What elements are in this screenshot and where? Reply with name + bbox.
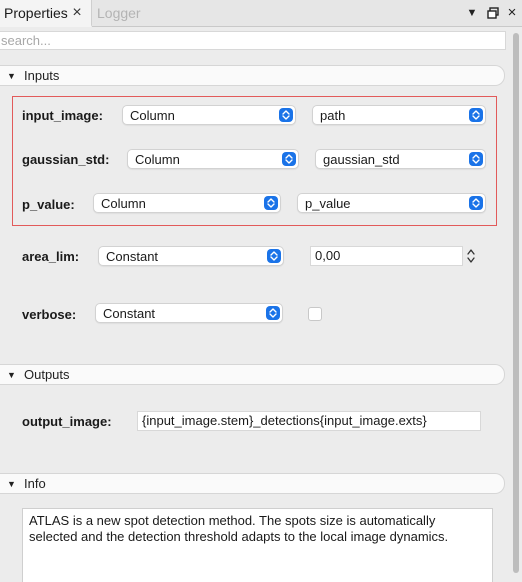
tab-properties-label: Properties: [4, 5, 68, 21]
gaussian-std-mode-value: Column: [135, 152, 180, 167]
tab-bar: Properties × Logger ▼ ×: [0, 0, 522, 27]
p-value-mode-select[interactable]: Column: [93, 193, 281, 213]
triangle-down-icon[interactable]: ▼: [465, 5, 479, 21]
gaussian-std-mode-select[interactable]: Column: [127, 149, 299, 169]
float-window-icon[interactable]: [486, 5, 500, 21]
section-inputs-header[interactable]: ▼ Inputs: [0, 65, 505, 86]
input-image-column-value: path: [320, 108, 346, 123]
p-value-mode-value: Column: [101, 196, 146, 211]
updown-chevron-icon: [264, 196, 278, 210]
p-value-column-select[interactable]: p_value: [297, 193, 486, 213]
updown-chevron-icon: [469, 108, 483, 122]
input-image-column-select[interactable]: path: [312, 105, 486, 125]
section-outputs-header[interactable]: ▼ Outputs: [0, 364, 505, 385]
gaussian-std-column-select[interactable]: gaussian_std: [315, 149, 486, 169]
updown-chevron-icon: [279, 108, 293, 122]
p-value-label: p_value:: [22, 197, 75, 212]
stepper-arrows-icon[interactable]: [466, 246, 476, 266]
area-lim-mode-value: Constant: [106, 249, 159, 264]
verbose-mode-value: Constant: [103, 306, 156, 321]
tab-logger[interactable]: Logger: [93, 0, 153, 27]
section-info-label: Info: [24, 476, 46, 491]
info-description: ATLAS is a new spot detection method. Th…: [22, 508, 493, 582]
section-outputs-label: Outputs: [24, 367, 70, 382]
section-info-header[interactable]: ▼ Info: [0, 473, 505, 494]
input-image-label: input_image:: [22, 108, 103, 123]
updown-chevron-icon: [266, 306, 280, 320]
updown-chevron-icon: [469, 196, 483, 210]
verbose-mode-select[interactable]: Constant: [95, 303, 283, 323]
close-tab-icon[interactable]: ×: [70, 4, 84, 22]
updown-chevron-icon: [469, 152, 483, 166]
gaussian-std-label: gaussian_std:: [22, 152, 110, 167]
section-inputs-label: Inputs: [24, 68, 60, 83]
area-lim-mode-select[interactable]: Constant: [98, 246, 284, 266]
search-input[interactable]: [0, 31, 506, 50]
p-value-column-value: p_value: [305, 196, 351, 211]
input-image-mode-select[interactable]: Column: [122, 105, 296, 125]
updown-chevron-icon: [282, 152, 296, 166]
verbose-label: verbose:: [22, 307, 77, 322]
input-image-mode-value: Column: [130, 108, 175, 123]
area-lim-number-field[interactable]: 0,00: [310, 246, 463, 266]
gaussian-std-column-value: gaussian_std: [323, 152, 400, 167]
close-icon[interactable]: ×: [505, 5, 519, 21]
tab-logger-label: Logger: [97, 5, 141, 21]
updown-chevron-icon: [267, 249, 281, 263]
output-image-field[interactable]: {input_image.stem}_detections{input_imag…: [137, 411, 481, 431]
chevron-down-icon: ▼: [7, 370, 16, 380]
output-image-label: output_image:: [22, 414, 112, 429]
chevron-down-icon: ▼: [7, 479, 16, 489]
verbose-checkbox[interactable]: [308, 307, 322, 321]
scrollbar-thumb[interactable]: [513, 33, 519, 573]
chevron-down-icon: ▼: [7, 71, 16, 81]
area-lim-label: area_lim:: [22, 249, 80, 264]
